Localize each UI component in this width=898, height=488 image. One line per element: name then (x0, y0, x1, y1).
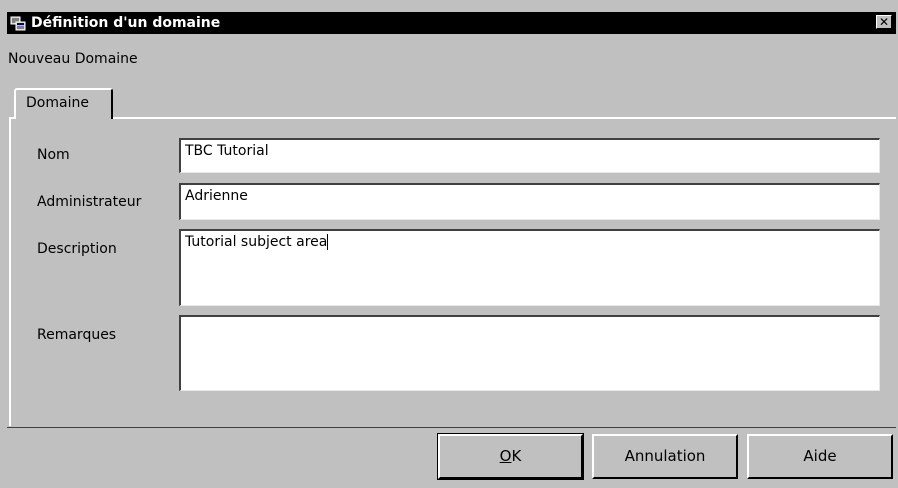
aide-button[interactable]: Aide (747, 434, 893, 479)
dialog-window: Définition d'un domaine ✕ Nouveau Domain… (0, 0, 898, 488)
nom-field[interactable]: TBC Tutorial (179, 138, 880, 173)
ok-button[interactable]: OK (437, 433, 584, 480)
annulation-button[interactable]: Annulation (592, 434, 738, 479)
ok-label-rest: K (511, 447, 522, 465)
title-bar[interactable]: Définition d'un domaine ✕ (7, 12, 896, 34)
button-separator (7, 427, 896, 428)
remarques-label: Remarques (37, 327, 117, 343)
description-field[interactable]: Tutorial subject area (179, 229, 880, 306)
tab-domaine-label: Domaine (26, 95, 89, 111)
nom-label: Nom (37, 147, 70, 163)
dialog-app-icon (10, 16, 26, 31)
administrateur-label: Administrateur (37, 194, 142, 210)
text-cursor (327, 234, 329, 250)
window-title: Définition d'un domaine (31, 15, 221, 31)
ok-hotkey: O (499, 447, 512, 465)
remarques-field[interactable] (179, 315, 880, 391)
description-label: Description (37, 241, 117, 257)
tab-domaine[interactable]: Domaine (14, 88, 113, 119)
administrateur-field[interactable]: Adrienne (179, 183, 880, 220)
close-icon: ✕ (878, 15, 890, 29)
close-button[interactable]: ✕ (876, 15, 892, 29)
dialog-subtitle: Nouveau Domaine (8, 51, 138, 67)
description-text: Tutorial subject area (185, 234, 328, 250)
